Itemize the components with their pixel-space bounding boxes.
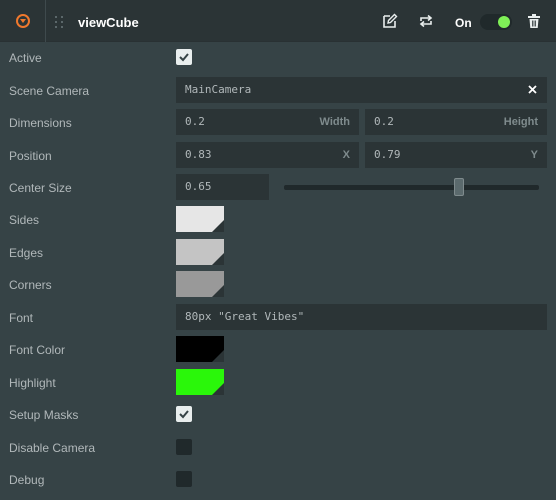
checkmark-icon	[179, 53, 189, 62]
checkmark-icon	[179, 410, 189, 419]
trash-icon[interactable]	[526, 13, 542, 29]
row-scene-camera: Scene Camera MainCamera	[0, 77, 556, 103]
viewcube-component-panel: viewCube On Active Scene Camera MainCame…	[0, 0, 556, 500]
dimensions-width-field[interactable]: 0.2 Width	[176, 109, 359, 135]
edit-icon[interactable]	[382, 13, 398, 29]
row-sides: Sides	[0, 206, 556, 232]
row-edges: Edges	[0, 239, 556, 265]
debug-checkbox[interactable]	[176, 471, 192, 487]
font-value: 80px "Great Vibes"	[185, 310, 305, 323]
corners-label: Corners	[9, 278, 52, 292]
position-y-unit: Y	[530, 149, 538, 161]
font-field[interactable]: 80px "Great Vibes"	[176, 304, 547, 330]
setup-masks-label: Setup Masks	[9, 408, 79, 422]
font-label: Font	[9, 311, 34, 325]
row-center-size: Center Size 0.65	[0, 174, 556, 200]
sides-color-swatch[interactable]	[176, 206, 224, 232]
collapse-arrow-icon	[16, 14, 30, 28]
center-size-slider-handle[interactable]	[454, 178, 464, 196]
debug-label: Debug	[9, 473, 45, 487]
row-font: Font 80px "Great Vibes"	[0, 304, 556, 330]
close-icon[interactable]	[527, 84, 538, 95]
setup-masks-checkbox[interactable]	[176, 406, 192, 422]
scene-camera-value: MainCamera	[185, 83, 252, 96]
corners-color-swatch[interactable]	[176, 271, 224, 297]
font-color-label: Font Color	[9, 343, 66, 357]
enabled-label: On	[455, 16, 472, 30]
center-size-label: Center Size	[9, 181, 72, 195]
dimensions-height-field[interactable]: 0.2 Height	[365, 109, 547, 135]
disable-camera-checkbox[interactable]	[176, 439, 192, 455]
center-size-value: 0.65	[185, 180, 212, 193]
dimensions-height-unit: Height	[503, 116, 538, 128]
center-size-slider[interactable]	[284, 185, 539, 190]
row-active: Active	[0, 44, 556, 70]
row-font-color: Font Color	[0, 336, 556, 362]
dimensions-label: Dimensions	[9, 116, 72, 130]
row-corners: Corners	[0, 271, 556, 297]
row-dimensions: Dimensions 0.2 Width 0.2 Height	[0, 109, 556, 135]
swap-icon[interactable]	[418, 13, 434, 29]
active-checkbox[interactable]	[176, 49, 192, 65]
edges-color-swatch[interactable]	[176, 239, 224, 265]
edges-label: Edges	[9, 246, 44, 260]
row-setup-masks: Setup Masks	[0, 401, 556, 427]
position-x-unit: X	[342, 149, 350, 161]
highlight-color-swatch[interactable]	[176, 369, 224, 395]
scene-camera-label: Scene Camera	[9, 84, 90, 98]
drag-handle-icon[interactable]	[55, 16, 67, 30]
disable-camera-label: Disable Camera	[9, 441, 96, 455]
position-y-value: 0.79	[374, 148, 401, 161]
toggle-knob	[498, 16, 510, 28]
position-y-field[interactable]: 0.79 Y	[365, 142, 547, 168]
position-label: Position	[9, 149, 52, 163]
center-size-field[interactable]: 0.65	[176, 174, 269, 200]
component-header: viewCube On	[0, 0, 556, 42]
dimensions-width-unit: Width	[319, 116, 350, 128]
position-x-field[interactable]: 0.83 X	[176, 142, 359, 168]
scene-camera-field[interactable]: MainCamera	[176, 77, 547, 103]
component-title: viewCube	[78, 15, 139, 30]
active-label: Active	[9, 51, 42, 65]
enabled-toggle[interactable]	[480, 14, 512, 30]
position-x-value: 0.83	[185, 148, 212, 161]
row-debug: Debug	[0, 466, 556, 492]
row-position: Position 0.83 X 0.79 Y	[0, 142, 556, 168]
highlight-label: Highlight	[9, 376, 56, 390]
dimensions-height-value: 0.2	[374, 115, 394, 128]
font-color-swatch[interactable]	[176, 336, 224, 362]
dimensions-width-value: 0.2	[185, 115, 205, 128]
collapse-button[interactable]	[0, 0, 46, 42]
row-highlight: Highlight	[0, 369, 556, 395]
sides-label: Sides	[9, 213, 40, 227]
row-disable-camera: Disable Camera	[0, 434, 556, 460]
